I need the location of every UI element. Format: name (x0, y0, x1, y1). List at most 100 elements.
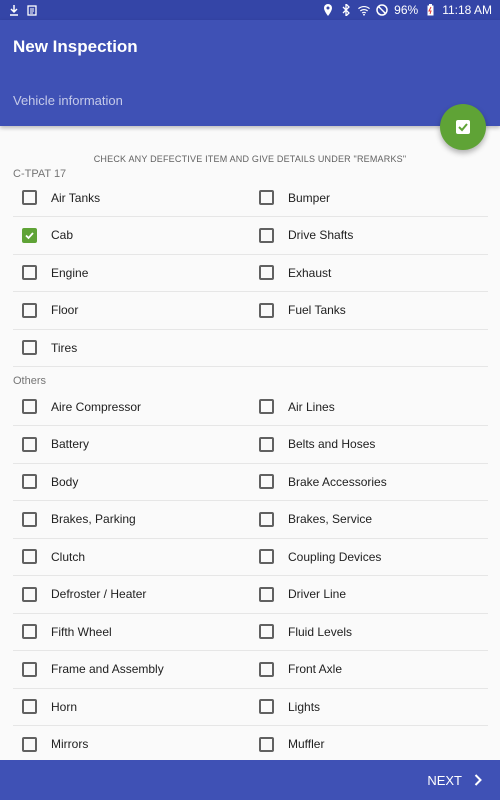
checkbox[interactable] (22, 624, 37, 639)
checkbox[interactable] (22, 436, 37, 452)
checklist-row: Floor Fuel Tanks (13, 292, 488, 330)
page-title: New Inspection (13, 37, 138, 56)
checkbox[interactable] (259, 699, 274, 714)
checkbox-label: Aire Compressor (51, 399, 142, 414)
checklist-item[interactable]: Bumper (259, 179, 330, 216)
checklist-row: Brakes, Parking Brakes, Service (13, 501, 488, 539)
checklist-item[interactable]: Front Axle (259, 651, 342, 688)
checkbox-label: Defroster / Heater (51, 587, 147, 601)
next-button[interactable]: NEXT (427, 773, 500, 788)
checkbox[interactable] (22, 699, 37, 714)
checkbox[interactable] (259, 549, 274, 564)
checklist-item[interactable]: Muffler (259, 726, 324, 761)
battery-percent: 96% (394, 3, 419, 17)
checklist-item[interactable]: Frame and Assembly (22, 651, 164, 688)
checkbox[interactable] (22, 227, 37, 243)
bottom-bar: NEXT (0, 760, 500, 800)
checkbox-label: Engine (51, 265, 89, 280)
checklist-item[interactable]: Exhaust (259, 254, 331, 291)
checkbox[interactable] (259, 302, 274, 318)
checkbox[interactable] (259, 190, 274, 205)
checkbox[interactable] (259, 436, 274, 452)
checklist-item[interactable]: Horn (22, 688, 77, 725)
checkbox[interactable] (22, 190, 37, 205)
checkbox-label: Coupling Devices (288, 549, 382, 564)
checkbox[interactable] (22, 661, 37, 677)
checkbox[interactable] (22, 340, 37, 355)
checkbox[interactable] (259, 265, 274, 280)
checkbox[interactable] (22, 511, 37, 527)
checklist-item[interactable]: Drive Shafts (259, 217, 353, 254)
download-icon (8, 4, 20, 16)
checklist-item[interactable]: Brakes, Service (259, 501, 372, 538)
checkbox-label: Air Lines (288, 399, 335, 414)
checkbox[interactable] (22, 586, 37, 602)
checkbox[interactable] (22, 549, 37, 564)
checklist-item[interactable]: Body (22, 463, 78, 500)
check-box-icon (456, 120, 470, 134)
checklist-item[interactable]: Lights (259, 688, 320, 725)
checklist-item[interactable]: Brake Accessories (259, 463, 387, 500)
page-subtitle: Vehicle information (13, 93, 123, 108)
checkbox-label: Fuel Tanks (288, 303, 346, 317)
checkbox[interactable] (259, 586, 274, 602)
checkbox[interactable] (259, 399, 274, 414)
checkbox[interactable] (259, 624, 274, 639)
checkbox-label: Floor (51, 303, 79, 317)
clock: 11:18 AM (442, 3, 492, 17)
inspection-form[interactable]: CHECK ANY DEFECTIVE ITEM AND GIVE DETAIL… (0, 126, 500, 760)
checklist-row: Mirrors Muffler (13, 726, 488, 761)
checklist-item[interactable]: Defroster / Heater (22, 576, 146, 613)
checklist-item[interactable]: Aire Compressor (22, 388, 141, 425)
checkbox[interactable] (22, 399, 37, 414)
checkbox-label: Driver Line (288, 587, 347, 601)
instruction-text: CHECK ANY DEFECTIVE ITEM AND GIVE DETAIL… (93, 154, 407, 164)
checklist-item[interactable]: Cab (22, 217, 73, 254)
checkbox-label: Lights (288, 699, 321, 714)
bluetooth-icon (340, 4, 352, 16)
checkbox-label: Exhaust (288, 265, 332, 280)
checklist-item[interactable]: Battery (22, 426, 89, 463)
checklist-row: Frame and Assembly Front Axle (13, 651, 488, 689)
checklist-item[interactable]: Air Lines (259, 388, 335, 425)
checklist-item[interactable]: Tires (22, 329, 77, 366)
checkbox-label: Drive Shafts (288, 228, 354, 242)
checklist-item[interactable]: Fluid Levels (259, 613, 352, 650)
checklist-row: Engine Exhaust (13, 254, 488, 292)
checkbox[interactable] (259, 474, 274, 489)
checkbox[interactable] (22, 265, 37, 280)
checklist-item[interactable]: Engine (22, 254, 88, 291)
checkbox[interactable] (22, 474, 37, 489)
checkbox-label: Muffler (288, 737, 325, 751)
checkbox-label: Brakes, Service (288, 512, 373, 526)
status-bar: 96% 11:18 AM (0, 0, 500, 20)
checklist-item[interactable]: Driver Line (259, 576, 346, 613)
checkbox-label: Frame and Assembly (51, 662, 164, 676)
checkbox[interactable] (259, 661, 274, 677)
checklist-item[interactable]: Fuel Tanks (259, 292, 346, 329)
checkbox-label: Bumper (288, 190, 331, 205)
battery-icon (424, 4, 436, 16)
checklist-item[interactable]: Mirrors (22, 726, 88, 761)
checkbox-label: Battery (51, 437, 90, 451)
submit-fab-button[interactable] (440, 104, 486, 150)
checklist-row: Body Brake Accessories (13, 463, 488, 501)
checkbox-label: Clutch (51, 549, 86, 564)
checklist-item[interactable]: Brakes, Parking (22, 501, 136, 538)
checklist-row: Horn Lights (13, 688, 488, 726)
checklist-item[interactable]: Coupling Devices (259, 538, 381, 575)
checkbox-label: Fluid Levels (288, 624, 353, 639)
checklist-item[interactable]: Air Tanks (22, 179, 100, 216)
checkbox[interactable] (259, 511, 274, 527)
checklist-item[interactable]: Fifth Wheel (22, 613, 112, 650)
checkbox-label: Brake Accessories (288, 474, 387, 489)
checkbox[interactable] (22, 302, 37, 318)
chevron-right-icon (474, 774, 482, 786)
checklist-item[interactable]: Belts and Hoses (259, 426, 375, 463)
checkbox[interactable] (259, 227, 274, 243)
location-icon (322, 4, 334, 16)
checkbox[interactable] (22, 736, 37, 752)
checklist-item[interactable]: Clutch (22, 538, 85, 575)
checklist-item[interactable]: Floor (22, 292, 78, 329)
checkbox[interactable] (259, 736, 274, 752)
